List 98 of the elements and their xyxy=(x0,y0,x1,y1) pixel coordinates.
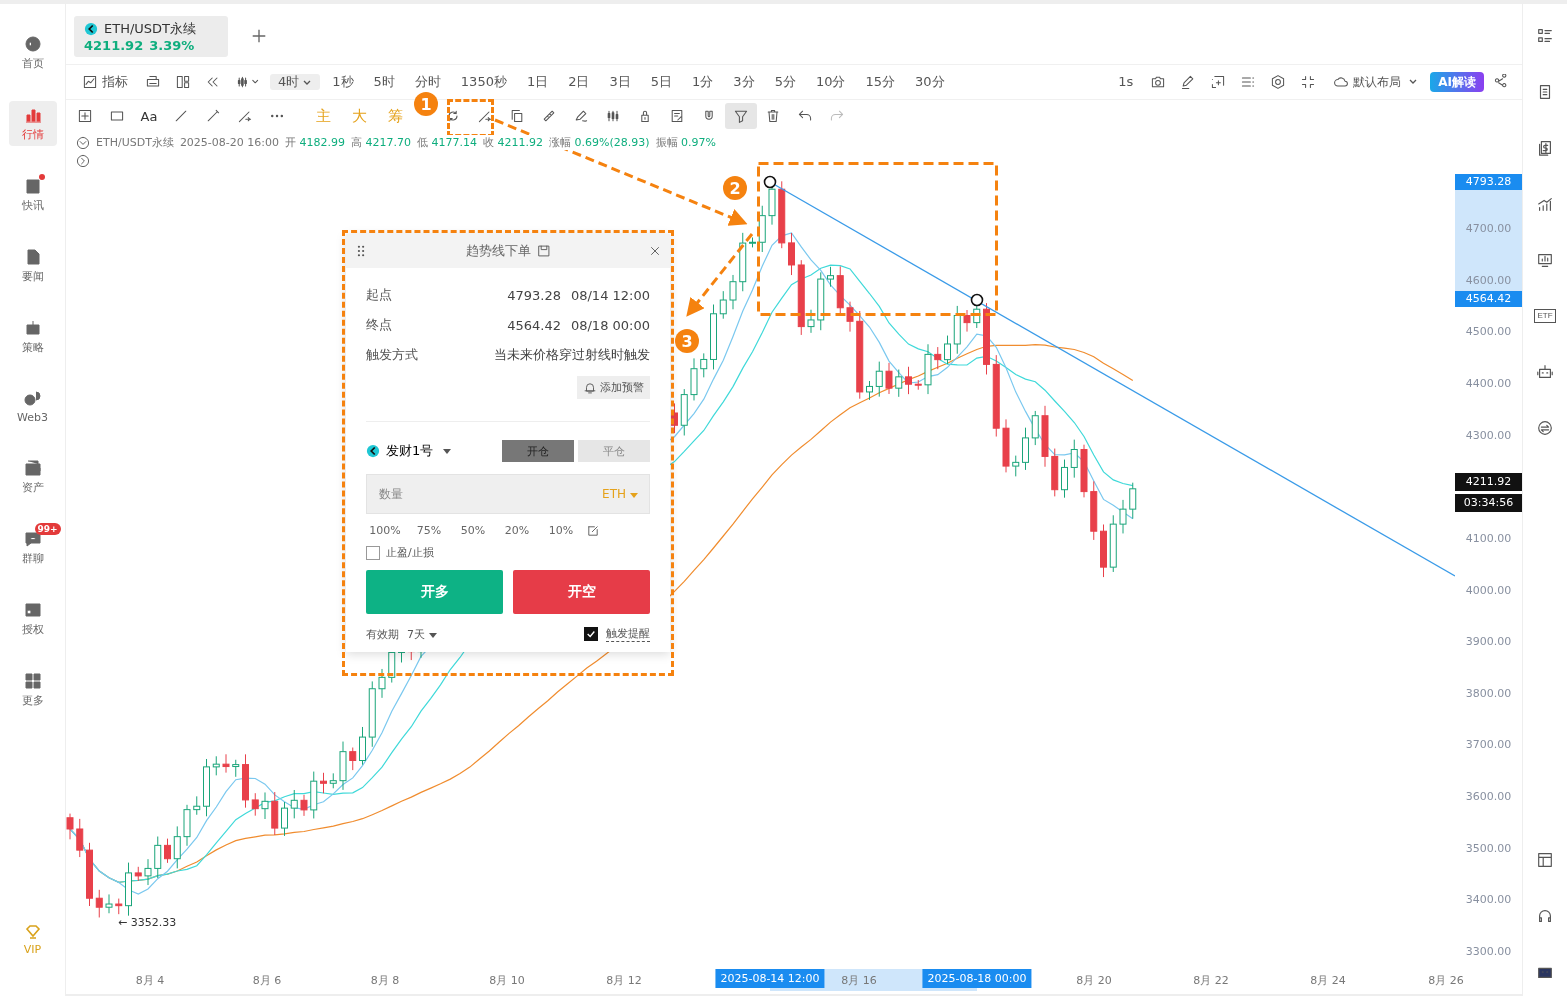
checkbox-label: 触发提醒 xyxy=(606,626,650,642)
percent-option[interactable]: 75% xyxy=(410,520,448,541)
interval-dropdown[interactable]: 4时 xyxy=(270,74,321,90)
time-label: 8月 26 xyxy=(1428,973,1464,988)
field-label: 触发方式 xyxy=(366,346,418,364)
price-label: 3900.00 xyxy=(1464,634,1513,651)
price-label: 3500.00 xyxy=(1464,840,1513,857)
price-label: 4400.00 xyxy=(1464,376,1513,392)
percent-option[interactable]: 20% xyxy=(498,520,536,541)
time-label: 8月 24 xyxy=(1310,973,1346,988)
price-label: 4700.00 xyxy=(1464,221,1513,238)
timeframe-tab[interactable]: 2日 xyxy=(560,74,598,90)
price-label: 4300.00 xyxy=(1464,427,1513,444)
timeframe-tab[interactable]: 10分 xyxy=(807,74,854,90)
field-time: 08/14 12:00 xyxy=(570,287,650,303)
price-label: 4000.00 xyxy=(1464,582,1513,599)
refresh-rate-button[interactable]: 1s xyxy=(1110,74,1142,90)
symbol-price: 4211.92 xyxy=(84,37,144,53)
timeframe-tab[interactable]: 分时 xyxy=(406,74,449,90)
time-label: 2025-08-18 00:00 xyxy=(922,969,1032,988)
sidebar-item[interactable]: 策略 xyxy=(8,314,57,359)
indicator-button[interactable]: 指标 xyxy=(74,74,136,90)
field-value: 4793.28 xyxy=(507,287,561,303)
field-label: 起点 xyxy=(366,286,392,304)
time-label: 8月 22 xyxy=(1193,973,1229,988)
time-label: 8月 10 xyxy=(489,973,525,988)
sidebar-item[interactable]: 授权 xyxy=(8,596,57,641)
timeframe-tab[interactable]: 15分 xyxy=(857,74,903,90)
timeframe-tab[interactable]: 3日 xyxy=(601,74,639,90)
price-label: 3800.00 xyxy=(1464,685,1513,702)
validity-dropdown[interactable]: 7天 xyxy=(407,626,438,642)
countdown-label: 03:34:56 xyxy=(1455,494,1522,512)
timeframe-tab[interactable]: 3分 xyxy=(725,74,763,90)
account-dropdown[interactable]: 发财1号 xyxy=(366,442,453,460)
price-label: 3400.00 xyxy=(1464,892,1513,909)
quote-field: 涨幅 0.69%(28.93) xyxy=(549,135,650,150)
symbol-change: 3.39% xyxy=(149,37,195,53)
validity-label: 有效期 xyxy=(366,626,399,642)
quote-symbol: ETH/USDT永续 xyxy=(96,135,174,150)
time-label: 8月 16 xyxy=(841,973,877,988)
dialog-title: 趋势线下单 xyxy=(465,242,531,260)
quote-field: 高 4217.70 xyxy=(351,135,411,150)
last-price-label: 4211.92 xyxy=(1455,473,1522,491)
field-value: 当未来价格穿过射线时触发 xyxy=(494,346,650,364)
timeframe-tab[interactable]: 1350秒 xyxy=(452,74,515,90)
step-marker: 3 xyxy=(675,329,699,353)
symbol-name: ETH/USDT永续 xyxy=(104,19,197,38)
ai-button[interactable]: AI解读 xyxy=(1430,72,1484,92)
time-label: 8月 12 xyxy=(606,973,642,988)
time-label: 2025-08-14 12:00 xyxy=(715,969,825,988)
percent-option[interactable]: 10% xyxy=(542,520,580,541)
quote-time: 2025-08-20 16:00 xyxy=(179,136,279,149)
price-label: 3300.00 xyxy=(1464,944,1513,960)
quote-field: 收 4211.92 xyxy=(483,135,543,150)
mode-tab[interactable]: 开仓 xyxy=(502,440,574,462)
layout-dropdown[interactable]: 默认布局 xyxy=(1325,74,1427,90)
add-alert-button[interactable]: 添加预警 xyxy=(577,376,650,399)
time-label: 8月 6 xyxy=(252,973,282,988)
sidebar-item[interactable]: 快讯 xyxy=(8,172,57,217)
time-label: 8月 4 xyxy=(135,973,165,988)
time-label: 8月 8 xyxy=(370,973,400,988)
field-label: 终点 xyxy=(366,316,392,334)
checkbox-label: 止盈/止损 xyxy=(386,545,434,560)
quote-field: 开 4182.99 xyxy=(285,135,345,150)
timeframe-tab[interactable]: 1秒 xyxy=(324,74,362,90)
unread-badge: 99+ xyxy=(34,523,61,535)
range-bottom-price: 4564.42 xyxy=(1455,291,1522,307)
sidebar-item[interactable]: 更多 xyxy=(8,667,57,712)
timeframe-tab[interactable]: 30分 xyxy=(907,74,953,90)
quote-field: 低 4177.14 xyxy=(417,135,477,150)
percent-option[interactable]: 100% xyxy=(366,520,404,541)
percent-option[interactable]: 50% xyxy=(454,520,492,541)
price-label: 4500.00 xyxy=(1464,324,1513,341)
price-label: 4600.00 xyxy=(1464,272,1513,289)
timeframe-tab[interactable]: 1分 xyxy=(684,74,722,90)
timeframe-tab[interactable]: 5分 xyxy=(766,74,804,90)
sidebar-item[interactable]: 要闻 xyxy=(8,243,57,288)
quote-field: 振幅 0.97% xyxy=(655,135,716,150)
step-marker: 1 xyxy=(414,92,438,116)
text-tool[interactable]: Aa xyxy=(133,103,165,129)
timeframe-tab[interactable]: 1日 xyxy=(518,74,557,90)
step-marker: 2 xyxy=(723,176,747,200)
field-value: 4564.42 xyxy=(507,317,561,333)
low-price-label: ← 3352.33 xyxy=(118,916,177,929)
sidebar-item[interactable]: 行情 xyxy=(8,101,57,146)
sidebar-item[interactable]: Web3 xyxy=(8,385,57,428)
price-label: 4100.00 xyxy=(1464,530,1513,547)
open-short-button[interactable]: 开空 xyxy=(513,570,650,614)
price-label: 3600.00 xyxy=(1464,789,1513,806)
price-label: 3700.00 xyxy=(1464,737,1513,754)
time-label: 8月 20 xyxy=(1076,973,1112,988)
field-time: 08/18 00:00 xyxy=(570,317,650,333)
timeframe-tab[interactable]: 5时 xyxy=(365,74,403,90)
range-top-price: 4793.28 xyxy=(1455,174,1522,190)
symbol-tab[interactable]: ETH/USDT永续 4211.92 3.39% xyxy=(74,15,228,57)
sidebar-item[interactable]: 资产 xyxy=(8,454,57,499)
timeframe-tab[interactable]: 5日 xyxy=(642,74,681,90)
sidebar-item[interactable]: 首页 xyxy=(8,30,57,75)
